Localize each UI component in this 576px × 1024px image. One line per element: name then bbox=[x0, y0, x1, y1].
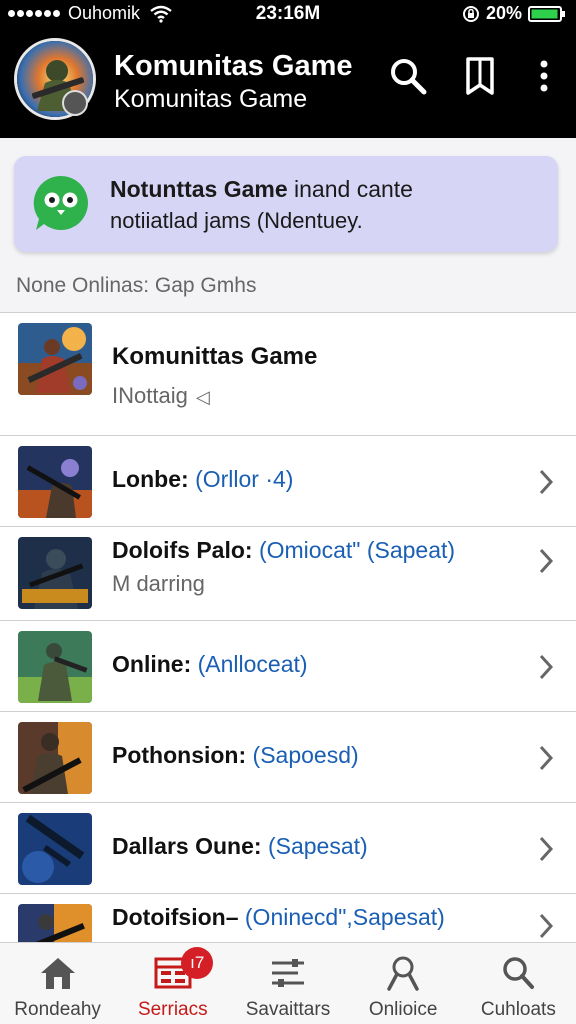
game-meta: (Sapesat) bbox=[267, 833, 368, 859]
game-name: Komunittas Game bbox=[112, 343, 318, 370]
game-thumbnail bbox=[18, 323, 92, 395]
list-item[interactable]: Pothonsion: (Sapoesd) bbox=[0, 712, 576, 803]
nav-label: Onlioice bbox=[368, 999, 438, 1020]
game-name: Online bbox=[112, 651, 184, 677]
nav-label: Savaittars bbox=[245, 999, 331, 1020]
game-title-line: Dallars Oune: (Sapesat) bbox=[112, 833, 368, 859]
status-bar: Ouhomik 23:16M 20% bbox=[0, 0, 576, 28]
nav-tab-online[interactable]: Onlioice bbox=[346, 943, 461, 1024]
chevron-right-icon bbox=[539, 469, 554, 495]
game-name: Pothonsion bbox=[112, 742, 239, 768]
game-name: Lonbe bbox=[112, 466, 181, 492]
chevron-right-icon bbox=[539, 745, 554, 771]
game-thumbnail bbox=[18, 537, 92, 609]
chevron-right-icon bbox=[539, 548, 554, 574]
game-title-line: Pothonsion: (Sapoesd) bbox=[112, 742, 359, 768]
list-item[interactable]: Lonbe: (Orllor ·4) bbox=[0, 436, 576, 527]
game-meta: (Orllor ·4) bbox=[195, 466, 294, 492]
list-item[interactable]: Online: (Anlloceat) bbox=[0, 621, 576, 712]
notification-badge: ı7 bbox=[181, 947, 214, 979]
battery-percent: 20% bbox=[485, 3, 522, 23]
search-icon bbox=[391, 59, 427, 95]
chevron-right-icon bbox=[539, 913, 554, 939]
list-item[interactable]: Dallars Oune: (Sapesat) bbox=[0, 803, 576, 894]
search-icon bbox=[503, 957, 535, 989]
game-name: Dotoifsion bbox=[112, 904, 226, 930]
game-title-line: Dotoifsion– (Oninecd",Sapesat) bbox=[112, 904, 445, 930]
game-title-line: Lonbe: (Orllor ·4) bbox=[112, 466, 294, 492]
bookmark-icon bbox=[466, 57, 494, 95]
list-item[interactable]: Doloifs Palo: (Omiocat" (Sapeat) M darri… bbox=[0, 527, 576, 621]
game-status: INottaig ◁ bbox=[112, 383, 210, 409]
chevron-right-icon bbox=[539, 654, 554, 680]
game-title-line: Online: (Anlloceat) bbox=[112, 651, 308, 677]
game-meta: (Oninecd",Sapesat) bbox=[244, 904, 445, 930]
game-name: Dallars Oune bbox=[112, 833, 254, 859]
notification-card[interactable]: Notunttas Game inand cante notiiatlad ja… bbox=[14, 156, 558, 252]
section-label: None Onlinas: Gap Gmhs bbox=[16, 274, 257, 297]
page-subtitle: Komunitas Game bbox=[114, 85, 308, 113]
game-thumbnail bbox=[18, 813, 92, 885]
game-meta: (Omiocat" (Sapeat) bbox=[258, 537, 456, 563]
notification-title-rest: inand cante bbox=[287, 176, 413, 202]
sliders-icon bbox=[271, 959, 304, 987]
user-icon bbox=[387, 956, 419, 991]
notification-body: notiiatlad jams (Ndentuey. bbox=[110, 208, 363, 233]
game-meta: (Sapoesd) bbox=[252, 742, 359, 768]
more-vertical-icon bbox=[540, 60, 548, 92]
caret-left-icon: ◁ bbox=[195, 387, 210, 407]
chat-owl-icon bbox=[33, 175, 88, 230]
nav-label: Rondeahy bbox=[14, 999, 101, 1020]
featured-list-item[interactable]: Komunittas Game INottaig ◁ bbox=[0, 313, 576, 436]
chevron-right-icon bbox=[539, 836, 554, 862]
nav-tab-home[interactable]: Rondeahy bbox=[0, 943, 115, 1024]
game-name: Doloifs Palo bbox=[112, 537, 245, 563]
game-thumbnail bbox=[18, 722, 92, 794]
game-list: Komunittas Game INottaig ◁ Lonbe: (Orllor… bbox=[0, 312, 576, 942]
page-title: Komunitas Game bbox=[114, 50, 353, 82]
notification-title-bold: Notunttas Game bbox=[110, 176, 288, 202]
nav-tab-services[interactable]: ı7 Serriacs bbox=[115, 943, 230, 1024]
bottom-navigation: Rondeahy ı7 Serriacs Savaittars Onlioice… bbox=[0, 942, 576, 1024]
home-icon bbox=[40, 958, 75, 989]
bookmark-button[interactable] bbox=[458, 54, 502, 98]
game-title-line: Doloifs Palo: (Omiocat" (Sapeat) bbox=[112, 537, 456, 563]
game-meta: (Anlloceat) bbox=[197, 651, 308, 677]
game-thumbnail bbox=[18, 446, 92, 518]
app-header: Komunitas Game Komunitas Game bbox=[0, 28, 576, 138]
nav-label: Cuhloats bbox=[480, 999, 556, 1020]
game-thumbnail bbox=[18, 631, 92, 703]
status-right: 20% bbox=[462, 3, 566, 24]
more-options-button[interactable] bbox=[522, 54, 566, 98]
game-subtitle: M darring bbox=[112, 571, 205, 596]
notification-title: Notunttas Game inand cante bbox=[110, 176, 413, 203]
list-item[interactable]: Dotoifsion– (Oninecd",Sapesat) bbox=[0, 894, 576, 942]
game-status-text: INottaig bbox=[112, 383, 188, 408]
nav-tab-saved[interactable]: Savaittars bbox=[230, 943, 345, 1024]
nav-tab-search[interactable]: Cuhloats bbox=[461, 943, 576, 1024]
avatar-status-badge bbox=[62, 90, 88, 116]
rotation-lock-icon bbox=[462, 5, 479, 22]
game-thumbnail bbox=[18, 904, 92, 942]
nav-label: Serriacs bbox=[137, 999, 208, 1020]
search-button[interactable] bbox=[386, 54, 430, 98]
battery-icon bbox=[528, 5, 565, 22]
